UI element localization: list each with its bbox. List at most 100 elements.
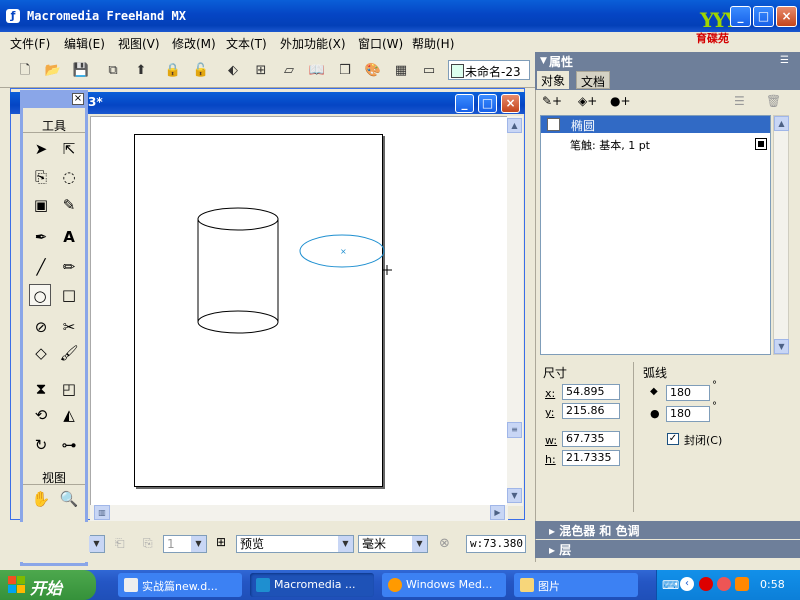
rectangle-tool-icon[interactable]: □ xyxy=(58,284,80,306)
units-dropdown[interactable]: 毫米 ▼ xyxy=(358,535,428,553)
doc-minimize-button[interactable]: _ xyxy=(455,94,474,113)
knife-tool-icon[interactable]: ✂ xyxy=(58,316,80,338)
arc-start-field[interactable]: 180 xyxy=(666,385,710,401)
closed-checkbox[interactable]: ✓ xyxy=(667,433,679,445)
mixer-panel-header[interactable]: ▸ 混色器 和 色调 xyxy=(535,521,800,539)
tray-app-icon-orange[interactable] xyxy=(735,577,749,591)
canvas-horizontal-scrollbar[interactable]: ▥ ▶ xyxy=(90,505,508,521)
tray-app-icon-face[interactable] xyxy=(717,577,731,591)
new-document-icon[interactable]: 🗋 xyxy=(16,62,34,80)
layers-icon[interactable]: ⊞ xyxy=(252,62,270,80)
keyboard-icon[interactable]: ⌨ xyxy=(662,578,679,592)
x-field[interactable]: 54.895 xyxy=(562,384,620,400)
scroll-thumb[interactable]: ≡ xyxy=(507,422,522,438)
doc-maximize-button[interactable]: □ xyxy=(478,94,497,113)
h-field[interactable]: 21.7335 xyxy=(562,450,620,466)
hand-tool-icon[interactable]: ✋ xyxy=(30,488,52,510)
monitor-icon[interactable]: ▭ xyxy=(420,62,438,80)
menu-edit[interactable]: 编辑(E) xyxy=(64,35,105,52)
layers-panel-header[interactable]: ▸ 层 xyxy=(535,540,800,558)
unlock-icon[interactable]: 🔓 xyxy=(192,62,210,80)
taskbar-item-pictures[interactable]: 图片 xyxy=(514,573,638,597)
y-field[interactable]: 215.86 xyxy=(562,403,620,419)
tray-collapse-icon[interactable]: ‹ xyxy=(680,577,694,591)
pencil-tool-icon[interactable]: ✏ xyxy=(58,256,80,278)
import-icon[interactable]: ⧉ xyxy=(104,62,122,80)
add-stroke-icon[interactable]: ✎+ xyxy=(542,94,562,108)
menu-text[interactable]: 文本(T) xyxy=(226,35,267,52)
extrude-tool-icon[interactable]: ◰ xyxy=(58,378,80,400)
freeform-tool-icon[interactable]: ⊘ xyxy=(30,316,52,338)
trace-tool-icon[interactable]: ▣ xyxy=(30,194,52,216)
document-selector[interactable]: 未命名-23 xyxy=(448,60,530,80)
document-page[interactable] xyxy=(134,134,383,487)
subselect-tool-icon[interactable]: ⇱ xyxy=(58,138,80,160)
pointer-tool-icon[interactable]: ➤ xyxy=(30,138,52,160)
taskbar-item-media-player[interactable]: Windows Med... xyxy=(382,573,506,597)
tools-panel-close-icon[interactable]: × xyxy=(72,93,84,105)
taskbar-item-word[interactable]: 实战篇new.d... xyxy=(118,573,242,597)
add-fill-icon[interactable]: ◈+ xyxy=(578,94,597,108)
scroll-up-button[interactable]: ▲ xyxy=(507,118,522,133)
lasso-tool-icon[interactable]: ◌ xyxy=(58,166,80,188)
w-field[interactable]: 67.735 xyxy=(562,431,620,447)
symbols-icon[interactable]: ❒ xyxy=(336,62,354,80)
menu-help[interactable]: 帮助(H) xyxy=(412,35,454,52)
book-icon[interactable]: 📖 xyxy=(308,62,326,80)
objlist-scroll-up-button[interactable]: ▲ xyxy=(774,116,789,131)
connector-tool-icon[interactable]: ⊶ xyxy=(58,434,80,456)
properties-panel-title[interactable]: 属性 xyxy=(535,52,800,70)
prev-page-icon[interactable]: ⎗ xyxy=(115,536,125,551)
minimize-button[interactable]: _ xyxy=(730,6,751,27)
doc-close-button[interactable]: × xyxy=(501,94,520,113)
menu-window[interactable]: 窗口(W) xyxy=(358,35,403,52)
object-list-scrollbar[interactable]: ▲ ▼ xyxy=(773,115,789,355)
rotate-tool-icon[interactable]: ↻ xyxy=(30,434,52,456)
next-page-icon[interactable]: ⎘ xyxy=(143,536,153,551)
scroll-right-button[interactable]: ▶ xyxy=(490,505,505,520)
text-tool-icon[interactable]: A xyxy=(58,226,80,248)
text-edit-icon[interactable]: ▱ xyxy=(280,62,298,80)
taskbar-item-freehand[interactable]: Macromedia ... xyxy=(250,573,374,597)
eyedropper-tool-icon[interactable]: ✎ xyxy=(58,194,80,216)
object-checkbox[interactable] xyxy=(547,118,560,131)
maximize-button[interactable]: □ xyxy=(753,6,774,27)
object-row-ellipse[interactable]: 椭圆 xyxy=(541,116,770,133)
open-folder-icon[interactable]: 📂 xyxy=(44,62,62,80)
magnification-dropdown[interactable]: ▼ xyxy=(89,535,105,553)
tray-app-icon-red[interactable] xyxy=(699,577,713,591)
menu-file[interactable]: 文件(F) xyxy=(10,35,50,52)
blend-tool-icon[interactable]: ⧗ xyxy=(30,378,52,400)
mirror-tool-icon[interactable]: ⟲ xyxy=(30,404,52,426)
add-page-icon[interactable]: ⊞ xyxy=(216,535,226,549)
table-icon[interactable]: ▦ xyxy=(392,62,410,80)
line-tool-icon[interactable]: ╱ xyxy=(30,256,52,278)
view-mode-dropdown[interactable]: 预览 ▼ xyxy=(236,535,354,553)
scroll-down-button[interactable]: ▼ xyxy=(507,488,522,503)
close-button[interactable]: × xyxy=(776,6,797,27)
cancel-render-icon[interactable]: ⊗ xyxy=(439,536,450,551)
palette-icon[interactable]: 🎨 xyxy=(364,62,382,80)
eraser-tool-icon[interactable]: ◇ xyxy=(30,342,52,364)
perspective-tool-icon[interactable]: ◭ xyxy=(58,404,80,426)
stroke-attribute-row[interactable]: 笔触: 基本, 1 pt xyxy=(570,137,650,153)
stroke-color-swatch[interactable] xyxy=(755,138,767,150)
ellipse-tool-icon[interactable]: ○ xyxy=(29,284,51,306)
pen-tool-icon[interactable]: ✒ xyxy=(30,226,52,248)
page-number-field[interactable]: 1 ▼ xyxy=(163,535,207,553)
menu-modify[interactable]: 修改(M) xyxy=(172,35,216,52)
save-icon[interactable]: 💾 xyxy=(72,62,90,80)
align-icon[interactable]: ⬖ xyxy=(224,62,242,80)
brush-tool-icon[interactable]: 🖌 xyxy=(58,342,80,364)
export-icon[interactable]: ⬆ xyxy=(132,62,150,80)
panel-options-icon[interactable]: ☰ xyxy=(780,55,789,66)
page-tool-icon[interactable]: ⎘ xyxy=(30,166,52,188)
menu-xtras[interactable]: 外加功能(X) xyxy=(280,35,346,52)
objlist-scroll-down-button[interactable]: ▼ xyxy=(774,339,789,354)
tab-object[interactable]: 对象 xyxy=(537,71,570,89)
expand-arrow-icon[interactable]: ▼ xyxy=(540,56,547,66)
canvas-vertical-scrollbar[interactable]: ▲ ≡ ▼ xyxy=(507,116,523,506)
hscroll-thumb[interactable]: ▥ xyxy=(94,505,110,520)
lock-icon[interactable]: 🔒 xyxy=(164,62,182,80)
trash-icon[interactable]: 🗑 xyxy=(766,94,781,108)
